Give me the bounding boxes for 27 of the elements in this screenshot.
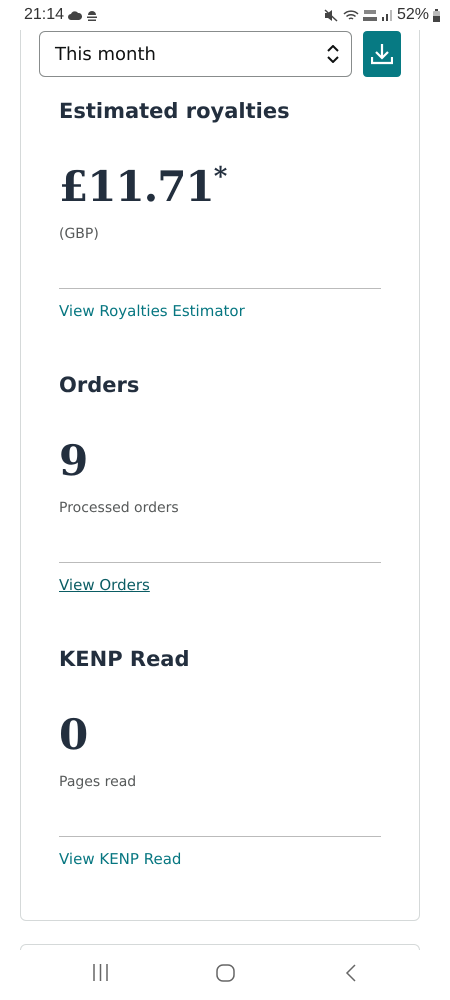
metric-link[interactable]: View Orders — [59, 574, 150, 596]
metric-link[interactable]: View KENP Read — [59, 848, 182, 870]
metric-caption: (GBP) — [59, 225, 100, 244]
metric-title: Estimated royalties — [59, 98, 291, 125]
home-icon[interactable] — [216, 964, 235, 982]
period-select[interactable]: This month — [39, 31, 352, 77]
recent-apps-icon[interactable] — [92, 964, 109, 981]
signal-icon — [380, 9, 393, 21]
battery-percent: 52% — [396, 5, 429, 25]
metric-title: Orders — [59, 372, 140, 399]
cloud-icon — [68, 10, 82, 20]
download-button[interactable] — [363, 31, 401, 77]
metric-value: 0 — [59, 709, 88, 761]
status-time: 21:14 — [24, 5, 64, 25]
weather-icon — [86, 10, 98, 20]
mute-icon — [324, 8, 339, 22]
metric-link[interactable]: View Royalties Estimator — [59, 300, 245, 322]
metric-value: £11.71$^{*}$ — [59, 161, 228, 213]
metric-caption: Processed orders — [59, 499, 180, 518]
wifi-icon — [342, 8, 359, 22]
battery-icon — [433, 8, 440, 22]
back-icon[interactable] — [345, 964, 356, 982]
download-icon — [371, 43, 394, 65]
updown-icon — [327, 45, 340, 63]
metric-value: 9 — [59, 435, 88, 487]
metric-title: KENP Read — [59, 646, 191, 673]
metric-caption: Pages read — [59, 773, 138, 792]
